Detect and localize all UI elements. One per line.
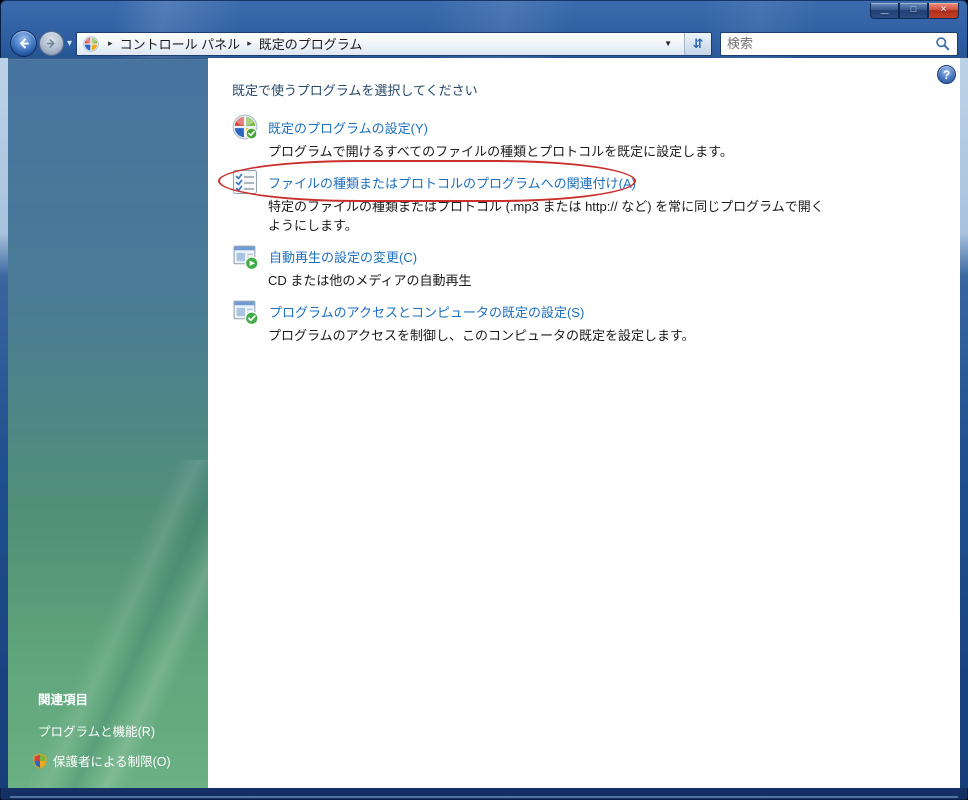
task-associate-file-type: ファイルの種類またはプロトコルのプログラムへの関連付け(A) 特定のファイルの種… xyxy=(232,167,940,235)
file-association-icon xyxy=(232,169,258,195)
related-items-section: 関連項目 プログラムと機能(R) 保護者による制限(O) xyxy=(32,689,171,770)
breadcrumb-arrow-icon: ▸ xyxy=(108,38,113,48)
close-button[interactable]: ✕ xyxy=(928,3,959,19)
default-programs-small-icon xyxy=(83,35,99,52)
main-content: ? 既定で使うプログラムを選択してください 既定のプログラムの設定(Y) プログ… xyxy=(208,58,960,788)
task-sidebar: 関連項目 プログラムと機能(R) 保護者による制限(O) xyxy=(8,58,208,788)
minimize-icon: — xyxy=(880,8,889,18)
task-change-autoplay: 自動再生の設定の変更(C) CD または他のメディアの自動再生 xyxy=(232,241,940,290)
task-description: プログラムで開けるすべてのファイルの種類とプロトコルを既定に設定します。 xyxy=(268,144,733,159)
task-link-row[interactable]: 自動再生の設定の変更(C) xyxy=(232,241,940,271)
help-icon: ? xyxy=(942,67,951,82)
related-items-header: 関連項目 xyxy=(38,693,89,707)
recent-pages-chevron-icon[interactable]: ▾ xyxy=(64,38,76,49)
back-button[interactable] xyxy=(10,30,37,57)
forward-arrow-icon xyxy=(46,39,55,48)
help-button[interactable]: ? xyxy=(937,65,956,84)
default-programs-icon xyxy=(232,114,258,140)
window-frame-bottom xyxy=(10,796,958,798)
breadcrumb-arrow-icon: ▸ xyxy=(247,38,252,48)
title-bar[interactable]: — □ ✕ xyxy=(0,0,968,30)
program-access-icon xyxy=(232,298,259,325)
task-set-default-programs: 既定のプログラムの設定(Y) プログラムで開けるすべてのファイルの種類とプロトコ… xyxy=(232,112,940,161)
address-bar[interactable]: ▸ コントロール パネル ▸ 既定のプログラム ▼ ⇵ xyxy=(76,31,712,56)
task-link-set-default-programs[interactable]: 既定のプログラムの設定(Y) xyxy=(268,118,428,137)
task-list: 既定のプログラムの設定(Y) プログラムで開けるすべてのファイルの種類とプロトコ… xyxy=(232,112,940,345)
sidebar-item-programs-and-features[interactable]: プログラムと機能(R) xyxy=(38,721,171,740)
search-icon[interactable] xyxy=(933,36,957,51)
search-input[interactable] xyxy=(721,36,933,51)
window-body: 関連項目 プログラムと機能(R) 保護者による制限(O) ? 既定で使うプログラ… xyxy=(8,58,960,788)
page-title: 既定で使うプログラムを選択してください xyxy=(232,83,478,98)
explorer-window: — □ ✕ ▾ ▸ コントロール パネル ▸ 既定のプログラム ▼ ⇵ 検索 関… xyxy=(0,0,968,800)
task-link-associate-file-type[interactable]: ファイルの種類またはプロトコルのプログラムへの関連付け(A) xyxy=(268,173,636,192)
task-program-access-defaults: プログラムのアクセスとコンピュータの既定の設定(S) プログラムのアクセスを制御… xyxy=(232,296,940,345)
sidebar-item-label: 保護者による制限(O) xyxy=(53,755,171,769)
minimize-button[interactable]: — xyxy=(870,3,899,19)
forward-button[interactable] xyxy=(39,31,64,56)
maximize-icon: □ xyxy=(910,4,917,14)
task-link-change-autoplay[interactable]: 自動再生の設定の変更(C) xyxy=(269,247,417,266)
task-description: 特定のファイルの種類またはプロトコル (.mp3 または http:// など)… xyxy=(268,199,824,233)
window-frame-right xyxy=(960,58,968,788)
search-box xyxy=(720,31,958,56)
task-link-row[interactable]: ファイルの種類またはプロトコルのプログラムへの関連付け(A) xyxy=(232,167,940,197)
maximize-button[interactable]: □ xyxy=(899,3,928,19)
parental-controls-shield-icon xyxy=(33,752,47,769)
task-description: プログラムのアクセスを制御し、このコンピュータの既定を設定します。 xyxy=(268,328,695,343)
window-frame-left xyxy=(0,58,8,788)
window-controls: — □ ✕ xyxy=(870,3,959,19)
task-link-program-access-defaults[interactable]: プログラムのアクセスとコンピュータの既定の設定(S) xyxy=(269,302,584,321)
breadcrumb: ▸ コントロール パネル ▸ 既定のプログラム ▼ xyxy=(77,32,684,55)
autoplay-icon xyxy=(232,243,259,270)
close-icon: ✕ xyxy=(939,4,948,14)
breadcrumb-item-default-programs[interactable]: 既定のプログラム xyxy=(259,34,363,53)
task-link-row[interactable]: 既定のプログラムの設定(Y) xyxy=(232,112,940,142)
refresh-icon: ⇵ xyxy=(692,35,704,51)
breadcrumb-item-control-panel[interactable]: コントロール パネル xyxy=(120,34,241,53)
task-description: CD または他のメディアの自動再生 xyxy=(268,273,472,288)
navigation-toolbar: ▾ ▸ コントロール パネル ▸ 既定のプログラム ▼ ⇵ xyxy=(8,29,958,58)
address-dropdown-icon[interactable]: ▼ xyxy=(656,39,680,48)
back-arrow-icon xyxy=(20,38,29,49)
refresh-button[interactable]: ⇵ xyxy=(684,32,711,55)
sidebar-item-parental-controls[interactable]: 保護者による制限(O) xyxy=(32,751,171,770)
task-link-row[interactable]: プログラムのアクセスとコンピュータの既定の設定(S) xyxy=(232,296,940,326)
